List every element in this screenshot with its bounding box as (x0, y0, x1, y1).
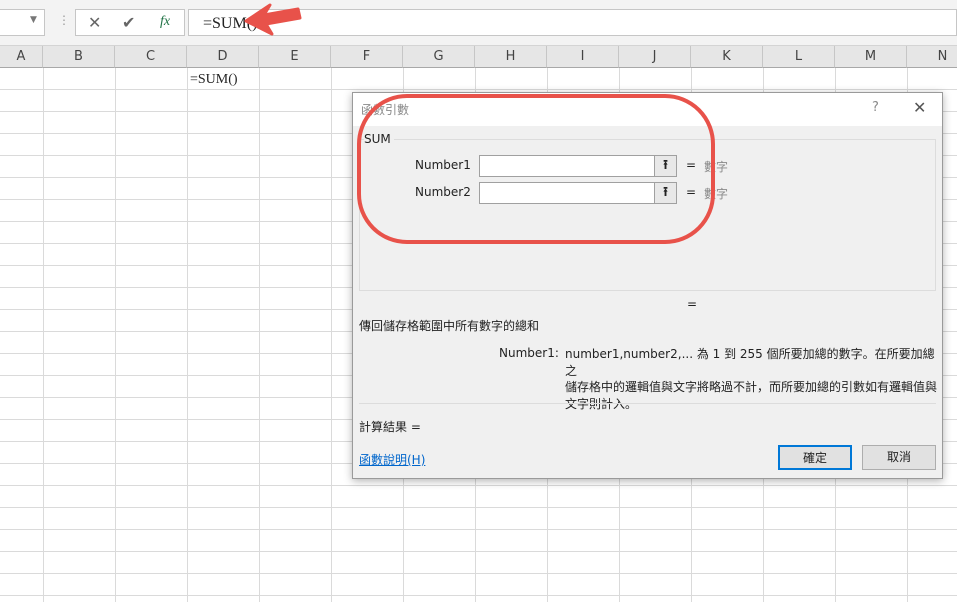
annotation-overlay (244, 3, 715, 244)
highlight-outline (357, 94, 715, 244)
arrow-icon (244, 3, 302, 36)
